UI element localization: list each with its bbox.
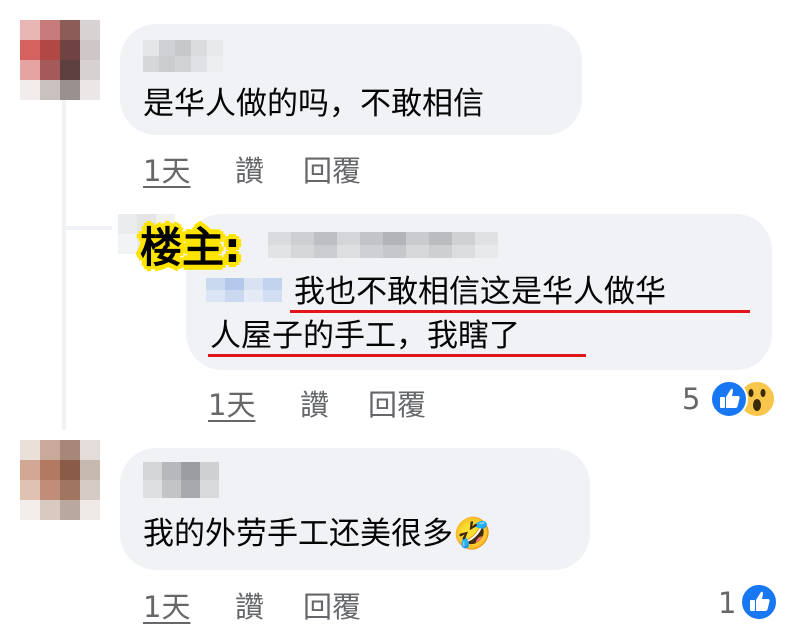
avatar-blurred[interactable] bbox=[20, 440, 100, 520]
highlight-underline bbox=[208, 354, 586, 357]
commenter-name-blurred[interactable] bbox=[143, 40, 223, 72]
comment-actions: 1天 讚 回覆 bbox=[143, 584, 443, 624]
commenter-name-blurred[interactable] bbox=[268, 232, 498, 258]
like-button[interactable]: 讚 bbox=[235, 148, 264, 190]
comment-timestamp[interactable]: 1天 bbox=[143, 148, 190, 190]
comment-text: 是华人做的吗，不敢相信 bbox=[143, 86, 484, 122]
comment-text: 我的外劳手工还美很多🤣 bbox=[143, 516, 492, 552]
comment-text-line-1: 我也不敢相信这是华人做华 bbox=[294, 274, 666, 310]
reaction-count[interactable]: 1 bbox=[718, 586, 736, 620]
highlight-underline bbox=[290, 310, 750, 313]
avatar-blurred[interactable] bbox=[20, 20, 100, 100]
comment-actions: 1天 讚 回覆 bbox=[143, 148, 443, 188]
comment-timestamp[interactable]: 1天 bbox=[208, 382, 255, 424]
commenter-name-blurred[interactable] bbox=[143, 462, 221, 498]
op-tag-label: 楼主: bbox=[139, 222, 242, 273]
like-reaction-icon[interactable] bbox=[710, 380, 748, 418]
comment-actions: 1天 讚 回覆 bbox=[208, 382, 508, 422]
reply-button[interactable]: 回覆 bbox=[303, 148, 361, 190]
like-reaction-icon[interactable] bbox=[740, 583, 778, 621]
thread-line-branch bbox=[62, 226, 112, 230]
mention-tag-blurred[interactable] bbox=[206, 278, 282, 302]
comment-text-line-2: 人屋子的手工，我瞎了 bbox=[210, 318, 520, 354]
reply-button[interactable]: 回覆 bbox=[368, 382, 426, 424]
reply-button[interactable]: 回覆 bbox=[303, 584, 361, 626]
comment-timestamp[interactable]: 1天 bbox=[143, 584, 190, 626]
thread-line bbox=[62, 100, 66, 430]
reaction-count[interactable]: 5 bbox=[682, 382, 700, 416]
like-button[interactable]: 讚 bbox=[300, 382, 329, 424]
like-button[interactable]: 讚 bbox=[235, 584, 264, 626]
